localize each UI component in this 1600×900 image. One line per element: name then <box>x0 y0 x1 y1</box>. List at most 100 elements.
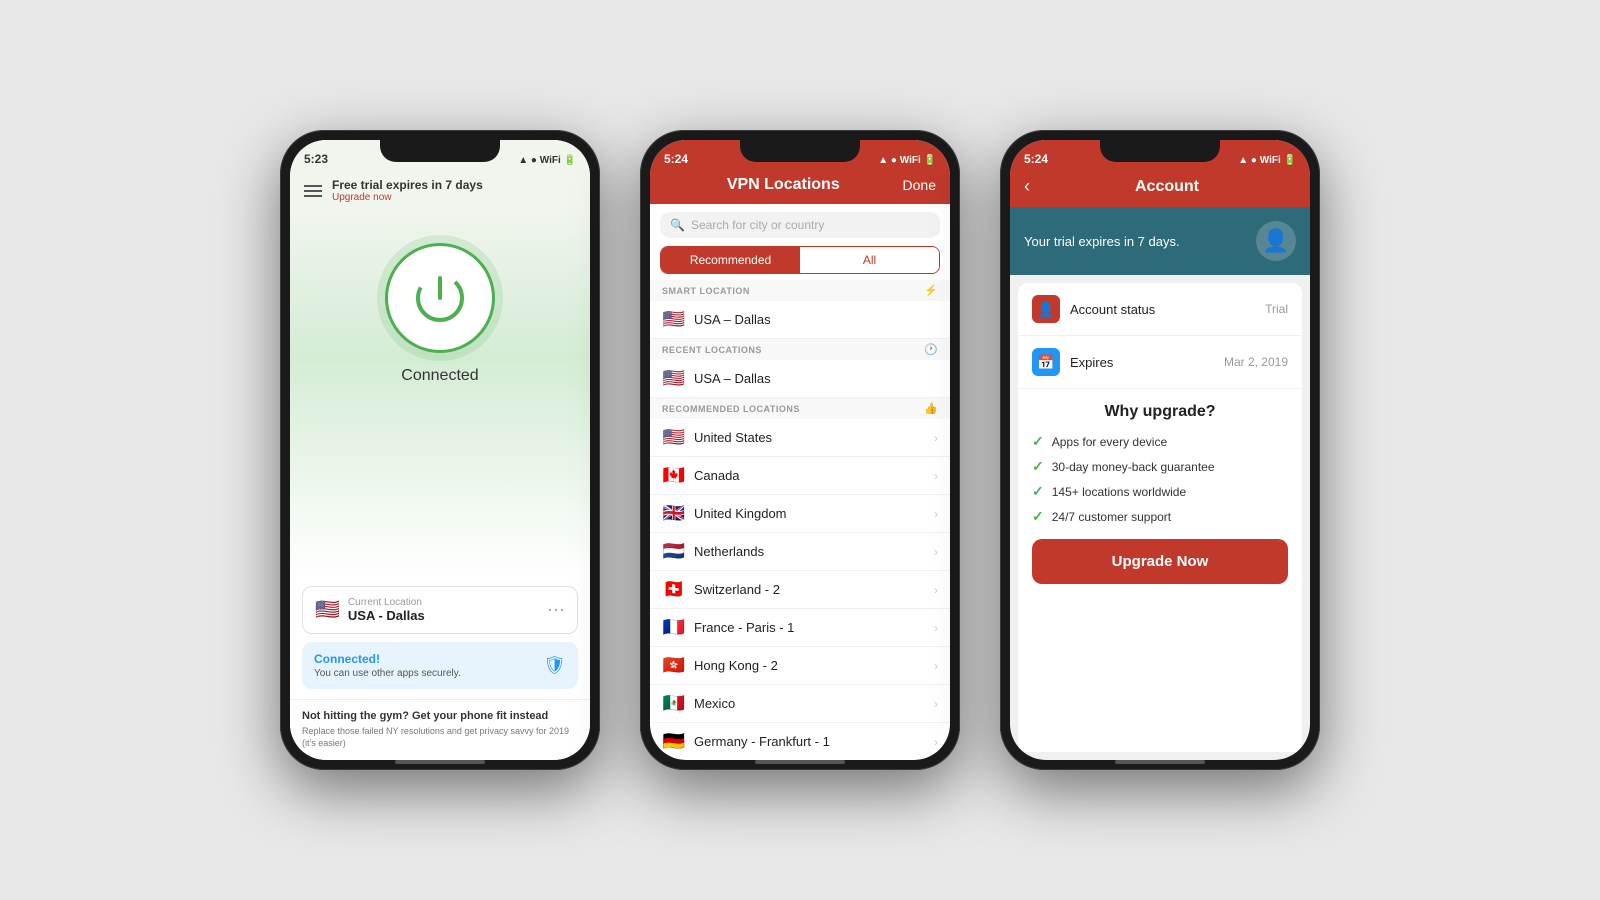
phone3-header: ‹ Account <box>1010 170 1310 207</box>
chevron-icon: › <box>934 507 938 521</box>
account-status-value: Trial <box>1265 302 1288 316</box>
smart-location-item[interactable]: 🇺🇸 USA – Dallas <box>650 301 950 339</box>
ad-banner: Not hitting the gym? Get your phone fit … <box>290 699 590 760</box>
done-button[interactable]: Done <box>903 177 936 193</box>
tab-all[interactable]: All <box>800 247 939 273</box>
recommended-locations-label: RECOMMENDED LOCATIONS <box>662 404 800 414</box>
location-ch: Switzerland - 2 <box>694 582 926 597</box>
location-fr: France - Paris - 1 <box>694 620 926 635</box>
banner-title: Free trial expires in 7 days <box>332 178 576 192</box>
home-indicator-1 <box>395 760 485 764</box>
upgrade-features: ✓ Apps for every device ✓ 30-day money-b… <box>1032 433 1288 525</box>
phone1-hero: Connected <box>290 213 590 576</box>
status-time-3: 5:24 <box>1024 152 1048 166</box>
check-icon-3: ✓ <box>1032 483 1044 500</box>
feature-item: ✓ Apps for every device <box>1032 433 1288 450</box>
chevron-icon: › <box>934 583 938 597</box>
flag-nl: 🇳🇱 <box>662 541 686 562</box>
flag-hk: 🇭🇰 <box>662 655 686 676</box>
banner-subtitle[interactable]: Upgrade now <box>332 192 576 203</box>
list-item[interactable]: 🇫🇷 France - Paris - 1 › <box>650 609 950 647</box>
connected-card-sub: You can use other apps securely. <box>314 668 535 679</box>
tab-bar: Recommended All <box>660 246 940 274</box>
upgrade-title: Why upgrade? <box>1032 403 1288 421</box>
feature-text-2: 30-day money-back guarantee <box>1052 460 1215 474</box>
location-gb: United Kingdom <box>694 506 926 521</box>
power-button[interactable] <box>385 243 495 353</box>
feature-item: ✓ 30-day money-back guarantee <box>1032 458 1288 475</box>
flag-ch: 🇨🇭 <box>662 579 686 600</box>
phone-2: 5:24 ▲ ● WiFi 🔋 VPN Locations Done 🔍 Sea… <box>640 130 960 770</box>
banner-text: Free trial expires in 7 days Upgrade now <box>332 178 576 203</box>
status-icons-1: ▲ ● WiFi 🔋 <box>518 155 576 166</box>
search-bar[interactable]: 🔍 Search for city or country <box>660 212 940 238</box>
flag-mx: 🇲🇽 <box>662 693 686 714</box>
check-icon-4: ✓ <box>1032 508 1044 525</box>
smart-flag: 🇺🇸 <box>662 309 686 330</box>
recent-locations-label: RECENT LOCATIONS <box>662 345 762 355</box>
phone3-title: Account <box>1038 178 1296 196</box>
account-status-row: 👤 Account status Trial <box>1018 283 1302 336</box>
account-status-icon: 👤 <box>1032 295 1060 323</box>
recent-location-item[interactable]: 🇺🇸 USA – Dallas <box>650 360 950 398</box>
lightning-icon: ⚡ <box>924 284 938 297</box>
smart-location-label: SMART LOCATION <box>662 286 750 296</box>
upgrade-section: Why upgrade? ✓ Apps for every device ✓ 3… <box>1018 389 1302 598</box>
back-button[interactable]: ‹ <box>1024 176 1030 197</box>
list-item[interactable]: 🇭🇰 Hong Kong - 2 › <box>650 647 950 685</box>
list-item[interactable]: 🇨🇦 Canada › <box>650 457 950 495</box>
feature-item: ✓ 24/7 customer support <box>1032 508 1288 525</box>
list-item[interactable]: 🇩🇪 Germany - Frankfurt - 1 › <box>650 723 950 760</box>
list-item[interactable]: 🇲🇽 Mexico › <box>650 685 950 723</box>
upgrade-button[interactable]: Upgrade Now <box>1032 539 1288 584</box>
feature-text-4: 24/7 customer support <box>1052 510 1171 524</box>
recent-locations-header: RECENT LOCATIONS 🕐 <box>650 339 950 360</box>
chevron-icon: › <box>934 545 938 559</box>
location-name: USA - Dallas <box>348 608 539 623</box>
phone2-header: VPN Locations Done <box>650 170 950 204</box>
feature-text-3: 145+ locations worldwide <box>1052 485 1186 499</box>
account-status-label: Account status <box>1070 302 1255 317</box>
search-placeholder: Search for city or country <box>691 218 824 232</box>
connected-card-text: Connected! You can use other apps secure… <box>314 652 535 679</box>
feature-item: ✓ 145+ locations worldwide <box>1032 483 1288 500</box>
check-icon-1: ✓ <box>1032 433 1044 450</box>
smart-location-name: USA – Dallas <box>694 312 938 327</box>
notch-2 <box>740 140 860 162</box>
phone1-bottom: 🇺🇸 Current Location USA - Dallas ··· Con… <box>290 576 590 699</box>
chevron-icon: › <box>934 469 938 483</box>
clock-icon: 🕐 <box>924 343 938 356</box>
list-item[interactable]: 🇺🇸 United States › <box>650 419 950 457</box>
flag-ca: 🇨🇦 <box>662 465 686 486</box>
ad-title: Not hitting the gym? Get your phone fit … <box>302 710 578 722</box>
thumbsup-icon: 👍 <box>924 402 938 415</box>
location-de: Germany - Frankfurt - 1 <box>694 734 926 749</box>
account-expires-value: Mar 2, 2019 <box>1224 355 1288 369</box>
home-indicator-3 <box>1115 760 1205 764</box>
shield-icon: 🛡 <box>543 655 566 676</box>
list-item[interactable]: 🇳🇱 Netherlands › <box>650 533 950 571</box>
list-item[interactable]: 🇨🇭 Switzerland - 2 › <box>650 571 950 609</box>
phone-1: 5:23 ▲ ● WiFi 🔋 Free trial expires in 7 … <box>280 130 600 770</box>
current-location-card[interactable]: 🇺🇸 Current Location USA - Dallas ··· <box>302 586 578 634</box>
status-icons-2: ▲ ● WiFi 🔋 <box>878 155 936 166</box>
tab-recommended[interactable]: Recommended <box>661 247 800 273</box>
hamburger-icon[interactable] <box>304 185 322 197</box>
avatar: 👤 <box>1256 221 1296 261</box>
feature-text-1: Apps for every device <box>1052 435 1167 449</box>
more-icon[interactable]: ··· <box>547 599 565 620</box>
phone1-banner: Free trial expires in 7 days Upgrade now <box>290 170 590 213</box>
recent-flag: 🇺🇸 <box>662 368 686 389</box>
list-item[interactable]: 🇬🇧 United Kingdom › <box>650 495 950 533</box>
search-icon: 🔍 <box>670 218 685 232</box>
phone-1-screen: 5:23 ▲ ● WiFi 🔋 Free trial expires in 7 … <box>290 140 590 760</box>
status-time-2: 5:24 <box>664 152 688 166</box>
flag-gb: 🇬🇧 <box>662 503 686 524</box>
account-hero: Your trial expires in 7 days. 👤 <box>1010 207 1310 275</box>
chevron-icon: › <box>934 697 938 711</box>
check-icon-2: ✓ <box>1032 458 1044 475</box>
account-expires-label: Expires <box>1070 355 1214 370</box>
location-info: Current Location USA - Dallas <box>348 597 539 623</box>
trial-text: Your trial expires in 7 days. <box>1024 234 1256 249</box>
notch-3 <box>1100 140 1220 162</box>
